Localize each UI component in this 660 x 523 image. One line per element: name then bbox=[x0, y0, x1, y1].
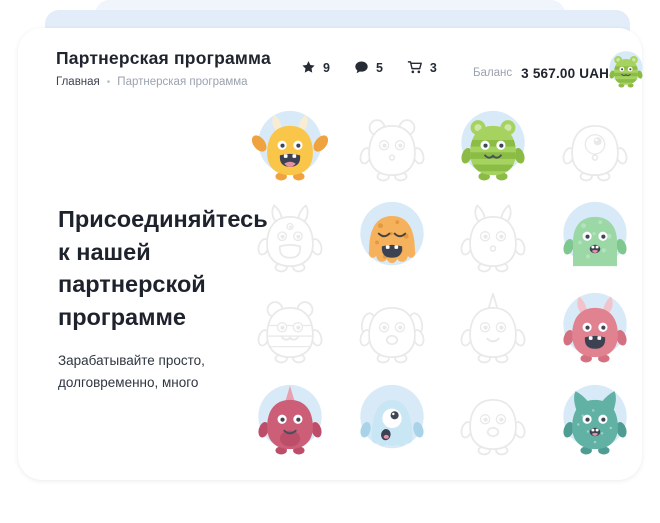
breadcrumb-home-link[interactable]: Главная bbox=[56, 76, 100, 88]
breadcrumb-separator-icon: • bbox=[107, 77, 111, 88]
main-card: Партнерская программа Главная • Партнерс… bbox=[18, 28, 642, 480]
cart-icon bbox=[407, 60, 423, 75]
yellow-horned-monster bbox=[239, 101, 341, 192]
header-counters: 9 5 3 bbox=[301, 60, 437, 75]
page-title: Партнерская программа bbox=[56, 48, 271, 69]
breadcrumb: Главная • Партнерская программа bbox=[56, 76, 271, 88]
orange-octopus-monster bbox=[341, 192, 443, 283]
balance-value: 3 567.00 UAH bbox=[521, 66, 609, 81]
header: Партнерская программа Главная • Партнерс… bbox=[56, 48, 271, 88]
favorites-count: 9 bbox=[323, 61, 330, 75]
outline-hedgehog-monster bbox=[341, 101, 443, 192]
comments-counter[interactable]: 5 bbox=[354, 60, 383, 75]
outline-cyclops-monster bbox=[544, 101, 646, 192]
pink-horned-monster bbox=[544, 284, 646, 375]
monster-grid bbox=[239, 101, 646, 466]
outline-horned-monster bbox=[442, 192, 544, 283]
partner-program-window: Партнерская программа Главная • Партнерс… bbox=[0, 0, 660, 523]
balance-dropdown[interactable]: Баланс 3 567.00 UAH bbox=[473, 64, 623, 82]
hero-subheading: Зарабатывайте просто, долговременно, мно… bbox=[58, 350, 238, 393]
comments-count: 5 bbox=[376, 61, 383, 75]
outline-plain-monster bbox=[442, 375, 544, 466]
outline-striped-bear-monster bbox=[239, 284, 341, 375]
green-bear-monster bbox=[442, 101, 544, 192]
outline-eared-monster bbox=[341, 284, 443, 375]
teal-furry-monster bbox=[544, 375, 646, 466]
outline-three-eyed-monster bbox=[239, 192, 341, 283]
outline-unicorn-monster bbox=[442, 284, 544, 375]
balance-label: Баланс bbox=[473, 67, 512, 79]
star-icon bbox=[301, 60, 316, 75]
cart-counter[interactable]: 3 bbox=[407, 60, 437, 75]
cart-count: 3 bbox=[430, 61, 437, 75]
green-ghost-monster bbox=[544, 192, 646, 283]
comment-icon bbox=[354, 60, 369, 75]
avatar[interactable] bbox=[603, 47, 649, 93]
breadcrumb-current: Партнерская программа bbox=[117, 76, 247, 88]
blue-cyclops-monster bbox=[341, 375, 443, 466]
magenta-unicorn-monster bbox=[239, 375, 341, 466]
favorites-counter[interactable]: 9 bbox=[301, 60, 330, 75]
